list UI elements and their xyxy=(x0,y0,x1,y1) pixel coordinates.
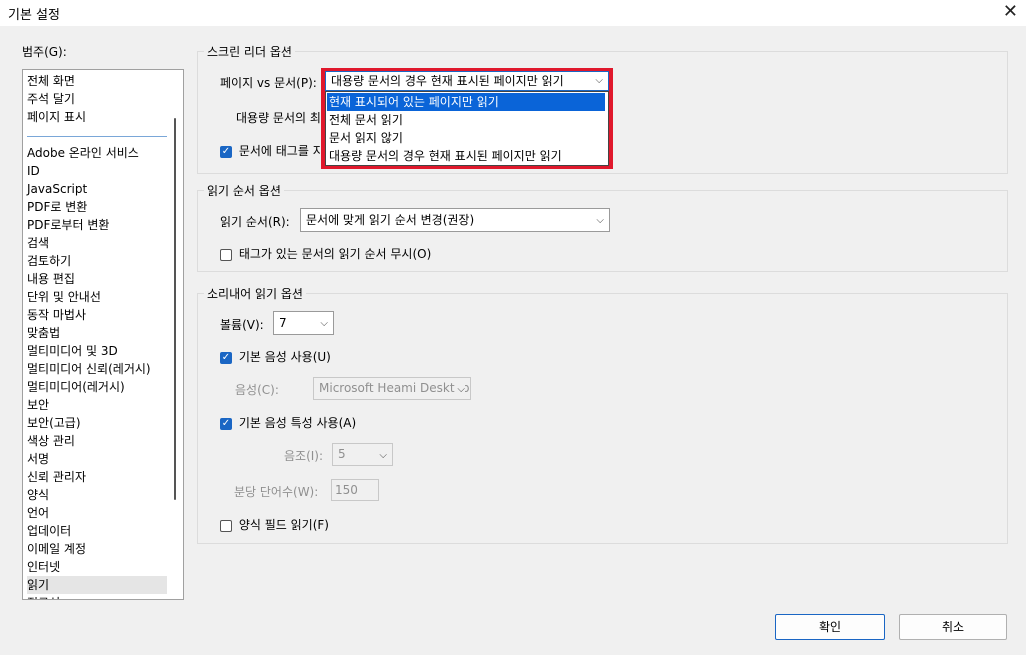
page-vs-doc-options[interactable]: 현재 표시되어 있는 페이지만 읽기 전체 문서 읽기 문서 읽지 않기 대용량 문서… xyxy=(325,91,609,166)
chevron-down-icon: ⌵ xyxy=(455,379,465,399)
sidebar-item[interactable]: 동작 마법사 xyxy=(27,306,167,324)
sidebar-item[interactable]: 언어 xyxy=(27,504,167,522)
sidebar-item[interactable]: Adobe 온라인 서비스 xyxy=(27,144,167,162)
reading-order-select[interactable]: 문서에 맞게 읽기 순서 변경(권장) ⌵ xyxy=(300,208,610,232)
chevron-down-icon: ⌵ xyxy=(379,450,387,461)
reading-order-label: 읽기 순서(R): xyxy=(220,215,290,229)
screen-reader-title: 스크린 리더 옵션 xyxy=(204,43,295,60)
category-list[interactable]: 전체 화면 주석 달기 페이지 표시 Adobe 온라인 서비스 ID JavaScrip… xyxy=(22,69,184,600)
title-bar xyxy=(0,0,1026,26)
default-voice-label: 기본 음성 사용(U) xyxy=(238,350,331,364)
sidebar-item[interactable]: 검색 xyxy=(27,234,167,252)
sidebar-item[interactable]: 이메일 계정 xyxy=(27,540,167,558)
chevron-down-icon: ⌵ xyxy=(320,318,328,329)
ignore-order-label: 태그가 있는 문서의 읽기 순서 무시(O) xyxy=(238,247,432,261)
window-title: 기본 설정 xyxy=(8,8,60,23)
chevron-down-icon: ⌵ xyxy=(595,75,603,86)
category-label: 범주(G): xyxy=(22,45,67,59)
default-voice-checkbox[interactable]: ✓ xyxy=(220,351,232,364)
sidebar-item-selected[interactable]: 읽기 xyxy=(27,576,167,594)
sidebar-item[interactable]: 단위 및 안내선 xyxy=(27,288,167,306)
sidebar-item[interactable]: 색상 관리 xyxy=(27,432,167,450)
sidebar-item[interactable]: 검토하기 xyxy=(27,252,167,270)
sidebar-item[interactable]: 보안 xyxy=(27,396,167,414)
close-icon[interactable]: ✕ xyxy=(1003,1,1018,22)
default-props-label: 기본 음성 특성 사용(A) xyxy=(238,416,357,430)
form-fields-label: 양식 필드 읽기(F) xyxy=(238,518,329,532)
voice-value: Microsoft Heami Desktop xyxy=(319,381,470,395)
sidebar-item[interactable]: 주석 달기 xyxy=(27,90,167,108)
pitch-label: 음조(I): xyxy=(284,449,324,463)
voice-label: 음성(C): xyxy=(235,383,279,397)
sidebar-separator xyxy=(27,136,167,137)
cancel-button[interactable]: 취소 xyxy=(899,614,1007,640)
sidebar-item[interactable]: 내용 편집 xyxy=(27,270,167,288)
ok-button[interactable]: 확인 xyxy=(775,614,885,640)
sidebar-item[interactable]: 페이지 표시 xyxy=(27,108,167,126)
sidebar-item[interactable]: 멀티미디어 및 3D xyxy=(27,342,167,360)
large-doc-label: 대용량 문서의 최 xyxy=(236,111,321,125)
tag-doc-label: 문서에 태그를 지 xyxy=(238,144,324,158)
ignore-order-row[interactable]: 태그가 있는 문서의 읽기 순서 무시(O) xyxy=(220,245,431,262)
tag-doc-checkbox[interactable]: ✓ xyxy=(220,145,232,158)
pitch-value: 5 xyxy=(338,447,346,461)
wpm-value: 150 xyxy=(335,483,358,497)
form-fields-checkbox[interactable] xyxy=(220,519,232,532)
sidebar-item[interactable]: ID xyxy=(27,162,167,180)
sidebar-item[interactable]: 전체 화면 xyxy=(27,72,167,90)
dropdown-option[interactable]: 현재 표시되어 있는 페이지만 읽기 xyxy=(327,93,605,111)
sidebar-item[interactable]: 멀티미디어(레거시) xyxy=(27,378,167,396)
voice-select[interactable]: Microsoft Heami Desktop ⌵ xyxy=(313,377,471,400)
sidebar-item[interactable]: 인터넷 xyxy=(27,558,167,576)
pitch-select[interactable]: 5 ⌵ xyxy=(332,443,393,466)
form-fields-row[interactable]: 양식 필드 읽기(F) xyxy=(220,516,329,533)
dropdown-option[interactable]: 문서 읽지 않기 xyxy=(329,129,403,147)
reading-order-value: 문서에 맞게 읽기 순서 변경(권장) xyxy=(306,213,475,227)
default-props-row[interactable]: ✓ 기본 음성 특성 사용(A) xyxy=(220,414,356,431)
sidebar-item[interactable]: 업데이터 xyxy=(27,522,167,540)
sidebar-item[interactable]: 신뢰 관리자 xyxy=(27,468,167,486)
dropdown-option[interactable]: 대용량 문서의 경우 현재 표시된 페이지만 읽기 xyxy=(329,147,562,165)
reading-order-title: 읽기 순서 옵션 xyxy=(204,182,284,199)
sidebar-item[interactable]: JavaScript xyxy=(27,180,167,198)
read-aloud-title: 소리내어 읽기 옵션 xyxy=(204,285,306,302)
ignore-order-checkbox[interactable] xyxy=(220,248,232,261)
volume-value: 7 xyxy=(279,316,287,330)
sidebar-item[interactable]: 보안(고급) xyxy=(27,414,167,432)
page-vs-doc-value: 대용량 문서의 경우 현재 표시된 페이지만 읽기 xyxy=(331,74,564,88)
page-vs-doc-select[interactable]: 대용량 문서의 경우 현재 표시된 페이지만 읽기 ⌵ xyxy=(325,71,609,91)
chevron-down-icon: ⌵ xyxy=(596,215,604,226)
sidebar-item[interactable]: 접근성 xyxy=(27,594,167,599)
sidebar-item[interactable]: 맞춤법 xyxy=(27,324,167,342)
default-voice-row[interactable]: ✓ 기본 음성 사용(U) xyxy=(220,348,331,365)
sidebar-item[interactable]: PDF로 변환 xyxy=(27,198,167,216)
page-vs-doc-label: 페이지 vs 문서(P): xyxy=(220,76,317,90)
default-props-checkbox[interactable]: ✓ xyxy=(220,417,232,430)
tag-doc-row[interactable]: ✓ 문서에 태그를 지 xyxy=(220,142,324,159)
sidebar-item[interactable]: PDF로부터 변환 xyxy=(27,216,167,234)
scrollbar-thumb[interactable] xyxy=(174,118,176,500)
volume-label: 볼륨(V): xyxy=(220,318,264,332)
sidebar-item[interactable]: 양식 xyxy=(27,486,167,504)
sidebar-item[interactable]: 멀티미디어 신뢰(레거시) xyxy=(27,360,167,378)
volume-select[interactable]: 7 ⌵ xyxy=(273,311,334,335)
sidebar-item[interactable]: 서명 xyxy=(27,450,167,468)
wpm-label: 분당 단어수(W): xyxy=(234,485,319,499)
dropdown-option[interactable]: 전체 문서 읽기 xyxy=(329,111,403,129)
wpm-input[interactable]: 150 xyxy=(331,479,379,501)
